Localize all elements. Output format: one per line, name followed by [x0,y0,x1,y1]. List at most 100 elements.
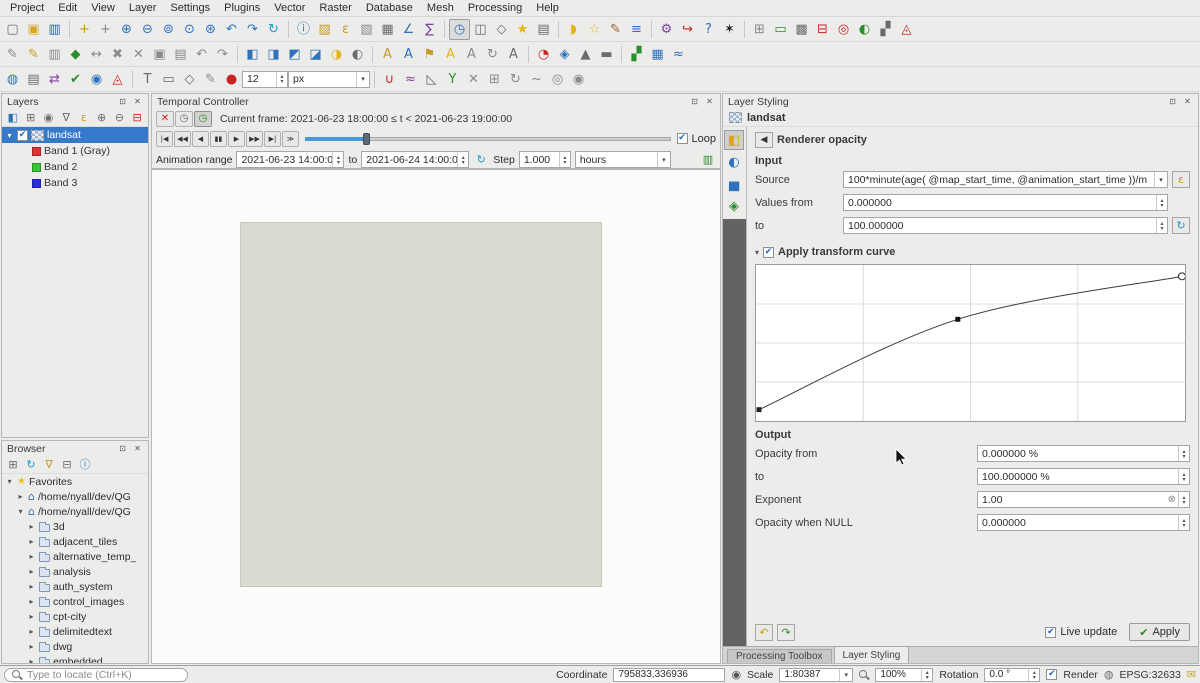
loop-checkbox[interactable] [677,133,688,144]
cut-features-icon[interactable]: ✕ [128,44,149,65]
expand-all-icon[interactable]: ⊕ [94,110,110,126]
refresh-browser-icon[interactable]: ↻ [23,457,39,473]
transform-curve-editor[interactable] [755,264,1186,422]
vertex-editor-icon[interactable]: Y [442,69,463,90]
raster-contrast-icon[interactable]: ◐ [347,44,368,65]
styling-layer-selector[interactable]: landsat [723,109,1198,127]
expander-icon[interactable]: ▸ [27,657,36,664]
set-to-project-range-icon[interactable]: ↻ [473,152,489,168]
spinner-icon[interactable] [1178,515,1189,530]
values-to-spin[interactable]: 100.000000 [843,217,1168,234]
layer-item-landsat[interactable]: ▾ landsat [2,127,148,143]
render-checkbox[interactable] [1046,669,1057,680]
step-spin[interactable]: 1.000 [519,151,571,168]
filter-legend-icon[interactable]: ∇ [58,110,74,126]
map-canvas[interactable] [151,169,721,664]
spatial-bookmarks-icon[interactable]: ★ [512,19,533,40]
db-manager-icon[interactable]: ▤ [23,69,44,90]
raster-min-max-icon[interactable]: ◩ [284,44,305,65]
collapse-all-icon[interactable]: ⊖ [112,110,128,126]
menu-help[interactable]: Help [529,1,566,15]
temporal-fixed-range-icon[interactable]: ◷ [175,111,193,127]
move-feature-icon[interactable]: ↔ [86,44,107,65]
raster-brightness-icon[interactable]: ◑ [326,44,347,65]
symbol-units-combo[interactable]: px [288,71,370,88]
scale-bar-icon[interactable]: ▬ [596,44,617,65]
browser-item--home-nyall-dev-qg[interactable]: ▸⌂/home/nyall/dev/QG [2,489,148,504]
decorations-icon[interactable]: ◈ [554,44,575,65]
open-attribute-table-icon[interactable]: ▦ [377,19,398,40]
tab-processing-toolbox[interactable]: Processing Toolbox [727,649,832,663]
python-console-icon[interactable]: ≡ [626,19,647,40]
expander-icon[interactable]: ▾ [5,477,14,486]
redo-style-button[interactable]: ↷ [777,624,795,641]
raster-cumulative-cut-icon[interactable]: ◪ [305,44,326,65]
filter-by-expression-icon[interactable]: ε [76,110,92,126]
spinner-icon[interactable] [921,669,932,681]
pin-labels-icon[interactable]: ⚑ [419,44,440,65]
menu-processing[interactable]: Processing [461,1,529,15]
spinner-icon[interactable] [1156,195,1167,210]
browser-item--home-nyall-dev-qg[interactable]: ▾⌂/home/nyall/dev/QG [2,504,148,519]
dropdown-icon[interactable] [657,152,670,167]
split-features-icon[interactable]: ✕ [463,69,484,90]
add-feature-icon[interactable]: ◆ [65,44,86,65]
layer-band-item[interactable]: Band 1 (Gray) [2,143,148,159]
clear-value-icon[interactable]: ⊗ [1168,494,1176,505]
move-label-icon[interactable]: A [461,44,482,65]
browser-item-3d[interactable]: ▸3d [2,519,148,534]
current-edits-icon[interactable]: ✎ [2,44,23,65]
label-rules-icon[interactable]: A [398,44,419,65]
save-layer-edits-icon[interactable]: ▥ [44,44,65,65]
add-group-icon[interactable]: ⊞ [23,110,39,126]
spinner-icon[interactable] [276,72,287,87]
slider-handle[interactable] [363,133,370,145]
histogram-tab-icon[interactable]: ▅ [724,174,744,194]
menu-view[interactable]: View [84,1,122,15]
tracing-icon[interactable]: ≈ [400,69,421,90]
expander-icon[interactable]: ▸ [27,537,36,546]
toggle-editing-icon[interactable]: ✎ [23,44,44,65]
mesh-calculator-icon[interactable]: ▞ [875,19,896,40]
expander-icon[interactable]: ▸ [27,597,36,606]
symbol-size-spin[interactable]: 12 [242,71,288,88]
browser-item-embedded-[interactable]: ▸embedded_... [2,654,148,664]
browser-item-dwg[interactable]: ▸dwg [2,639,148,654]
close-panel-icon[interactable]: ✕ [132,96,143,107]
zoom-last-icon[interactable]: ↶ [221,19,242,40]
html-annotation-icon[interactable]: ◇ [179,69,200,90]
copy-features-icon[interactable]: ▣ [149,44,170,65]
float-panel-icon[interactable]: ⊡ [1167,96,1178,107]
menu-database[interactable]: Database [359,1,420,15]
menu-mesh[interactable]: Mesh [420,1,461,15]
values-from-spin[interactable]: 0.000000 [843,194,1168,211]
rotate-feature-icon[interactable]: ↻ [505,69,526,90]
help-icon[interactable]: ? [698,19,719,40]
scale-combo[interactable]: 1:80387 [779,668,853,682]
fill-ring-icon[interactable]: ◉ [568,69,589,90]
pan-map-icon[interactable]: + [74,19,95,40]
opacity-null-spin[interactable]: 0.000000 [977,514,1190,531]
temporal-navigation-off-icon[interactable]: ✕ [156,111,174,127]
float-panel-icon[interactable]: ⊡ [117,96,128,107]
undo-style-button[interactable]: ↶ [755,624,773,641]
expander-icon[interactable]: ▸ [27,627,36,636]
new-bookmark-icon[interactable]: ☆ [584,19,605,40]
processing-toolbox-icon[interactable]: ⚙ [656,19,677,40]
expander-icon[interactable]: ▸ [27,612,36,621]
delete-selected-icon[interactable]: ⊟ [812,19,833,40]
play-forward-button[interactable]: ▶ [228,131,245,147]
geometry-checker-icon[interactable]: ◬ [107,69,128,90]
browser-item-delimitedtext[interactable]: ▸delimitedtext [2,624,148,639]
style-manager-icon[interactable]: ✎ [605,19,626,40]
menu-project[interactable]: Project [3,1,51,15]
expander-icon[interactable]: ▸ [27,582,36,591]
spinner-icon[interactable] [1178,492,1189,507]
new-shapefile-icon[interactable]: ▭ [770,19,791,40]
highlight-labels-icon[interactable]: A [440,44,461,65]
symbology-tab-icon[interactable]: ◧ [724,130,744,150]
add-ring-icon[interactable]: ◎ [547,69,568,90]
refresh-values-button[interactable]: ↻ [1172,217,1190,234]
float-panel-icon[interactable]: ⊡ [689,96,700,107]
browser-properties-icon[interactable]: ⓘ [77,457,93,473]
